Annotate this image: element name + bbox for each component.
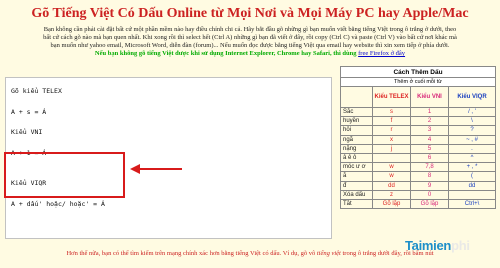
table-row: ă w 8(: [340, 171, 496, 182]
table-row: đ dd 9 dd: [340, 180, 496, 191]
vni-key: 1: [410, 106, 449, 118]
telex-key: w: [372, 162, 411, 173]
col-header-viqr: Kiểu VIQR: [448, 86, 496, 108]
table-title: Cách Thêm Dấu: [340, 66, 496, 78]
table-row: Sắc s 1/ , ': [340, 106, 496, 118]
telex-key: [372, 152, 411, 164]
intro-line: Bạn không cần phải cài đặt bất cứ một ph…: [43, 26, 457, 33]
row-label: nặng: [340, 143, 373, 154]
viqr-key: \: [448, 116, 496, 127]
telex-key: x: [372, 134, 411, 145]
viqr-key: ?: [448, 125, 496, 136]
intro-note-line: Nếu bạn không gõ tiếng Việt được khi sử …: [5, 50, 495, 58]
viqr-key: [448, 189, 496, 200]
intro-text: Bạn không cần phải cài đặt bất cứ một ph…: [5, 26, 495, 58]
row-label: Xóa dấu: [340, 189, 373, 200]
vni-key: 4: [410, 134, 449, 145]
col-header-vni: Kiểu VNI: [410, 86, 449, 108]
vni-key: 7,8: [410, 162, 449, 173]
row-label: Tắt: [340, 198, 373, 210]
firefox-link[interactable]: free Firefox ở đây: [358, 50, 405, 57]
viqr-key: ~ , #: [448, 134, 496, 145]
row-label: móc ư ơ: [340, 162, 373, 173]
intro-note: Nếu bạn không gõ tiếng Việt được khi sử …: [94, 50, 357, 57]
row-label: đ: [340, 180, 373, 191]
annotation-highlight-box: [4, 152, 125, 198]
telex-key: dd: [372, 180, 411, 191]
row-label: Sắc: [340, 106, 373, 118]
telex-key: f: [372, 116, 411, 127]
viqr-key: / , ': [448, 106, 496, 118]
table-row: huyền f 2 \: [340, 116, 496, 127]
diacritics-table-panel: Cách Thêm Dấu Thêm ở cuối mỗi từ Kiểu TE…: [340, 66, 496, 241]
telex-key: w: [372, 171, 411, 182]
watermark-logo: Taimienphi: [405, 238, 470, 253]
telex-key: z: [372, 189, 411, 200]
viqr-key: dd: [448, 180, 496, 191]
telex-key: Gõ lặp: [372, 198, 411, 210]
viqr-key: + , *: [448, 162, 496, 173]
diacritics-table: Cách Thêm Dấu Thêm ở cuối mỗi từ Kiểu TE…: [340, 66, 496, 210]
bottom-text-emphasis: tiếng việt: [316, 250, 341, 257]
col-header-telex: Kiểu TELEX: [372, 86, 411, 108]
telex-key: j: [372, 143, 411, 154]
watermark-text: phi: [451, 238, 470, 253]
row-label: â ê ô: [340, 152, 373, 164]
telex-key: r: [372, 125, 411, 136]
row-label: ngã: [340, 134, 373, 145]
table-row: hỏi r 3?: [340, 125, 496, 136]
row-label: ă: [340, 171, 373, 182]
viqr-key: .: [448, 143, 496, 154]
page-title: Gõ Tiếng Việt Có Dấu Online từ Mọi Nơi v…: [31, 6, 469, 21]
vni-key: 2: [410, 116, 449, 127]
vni-key: 6: [410, 152, 449, 164]
viqr-key: Ctrl+\: [448, 198, 496, 210]
vni-key: 5: [410, 143, 449, 154]
annotation-arrow-icon: [130, 164, 182, 174]
editor-line: Gõ kiểu TELEX: [11, 87, 62, 95]
table-corner: [340, 86, 373, 108]
editor-line: Kiểu VNI: [11, 128, 43, 136]
vni-key: 8: [410, 171, 449, 182]
table-row: móc ư ơ w 7,8 + , *: [340, 162, 496, 173]
row-label: huyền: [340, 116, 373, 127]
editor-line: A + dấu' hoặc/ hoặc' = Á: [11, 200, 105, 208]
table-row: Xóa dấu z 0: [340, 189, 496, 200]
bottom-text: Hơn thế nữa, bạn có thể tìm kiếm trên mạ…: [66, 250, 316, 257]
vni-key: 3: [410, 125, 449, 136]
telex-key: s: [372, 106, 411, 118]
vni-key: 9: [410, 180, 449, 191]
viqr-key: ^: [448, 152, 496, 164]
viqr-key: (: [448, 171, 496, 182]
intro-line: bạn muốn như yahoo email, Microsoft Word…: [50, 42, 450, 49]
vni-key: Gõ lặp: [410, 198, 449, 210]
table-row: nặng j 5.: [340, 143, 496, 154]
table-row: â ê ô 6 ^: [340, 152, 496, 164]
editor-line: A + s = Á: [11, 108, 47, 116]
vni-key: 0: [410, 189, 449, 200]
row-label: hỏi: [340, 125, 373, 136]
table-row: ngã x 4 ~ , #: [340, 134, 496, 145]
table-row: Tắt Gõ lặp Gõ lặp Ctrl+\: [340, 198, 496, 210]
table-subtitle: Thêm ở cuối mỗi từ: [340, 77, 496, 87]
watermark-text: Taimien: [405, 238, 452, 253]
intro-line: bất cứ cách gõ nào mà bạn quen nhất. Khi…: [43, 34, 457, 41]
